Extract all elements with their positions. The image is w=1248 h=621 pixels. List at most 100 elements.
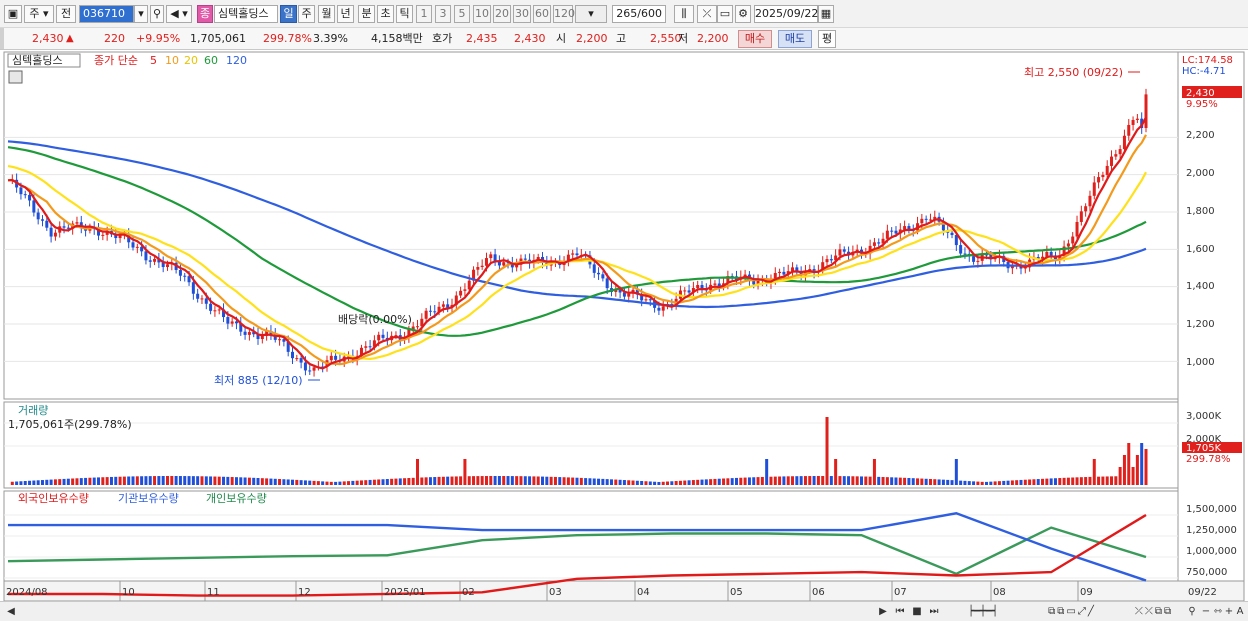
candle-body-34	[153, 258, 157, 262]
low-label: 저	[678, 32, 689, 45]
candle-body-75	[329, 355, 333, 361]
x-label-10: 10	[122, 587, 135, 598]
crosshair-icon[interactable]: ⤫	[697, 5, 717, 23]
volume-bar-206	[894, 477, 898, 485]
chart-svg[interactable]: 심텍홀딩스 종가 단순 5 10 20 60 120 최고 2,550 (09/…	[0, 50, 1248, 602]
volume-bar-17	[79, 478, 83, 485]
interval-1[interactable]: 1	[416, 5, 432, 23]
candle-body-46	[204, 298, 208, 304]
volume-bar-13	[62, 478, 66, 485]
search-icon[interactable]: ⚲	[150, 5, 164, 23]
volume-bar-131	[571, 477, 575, 485]
volume-bar-132	[575, 477, 579, 485]
x-label-03: 03	[549, 587, 562, 598]
interval-10[interactable]: 10	[473, 5, 491, 23]
volume-bar-97	[424, 477, 428, 485]
period-1[interactable]: 주	[298, 5, 315, 23]
period-5[interactable]: 초	[377, 5, 394, 23]
volume-bar-116	[506, 476, 510, 485]
candle-body-204	[885, 230, 889, 239]
last-page-icon[interactable]: ⏭	[927, 605, 941, 619]
interval-3[interactable]: 3	[435, 5, 451, 23]
stop-icon[interactable]: ■	[910, 605, 924, 619]
zoom-in-icon[interactable]: +	[1224, 605, 1234, 619]
volume-bar-32	[144, 476, 148, 485]
candle-body-264	[1144, 94, 1148, 128]
period-2[interactable]: 월	[318, 5, 335, 23]
interval-60[interactable]: 60	[533, 5, 551, 23]
category-badge[interactable]: 종	[197, 5, 213, 23]
buy-button[interactable]: 매수	[738, 30, 772, 48]
window-menu-icon[interactable]: ▣	[4, 5, 22, 23]
volume-bar-145	[631, 480, 635, 485]
x-label-06: 06	[812, 587, 825, 598]
toolbar: ▣ 주 ▾ 전 036710 ▾ ⚲ ◀ ▾ 종 심텍홀딩스 일주월년분초틱 1…	[0, 0, 1248, 28]
volume-panel[interactable]	[3, 401, 1179, 489]
market-select[interactable]: 주 ▾	[24, 5, 54, 23]
volume-bar-16	[75, 478, 79, 485]
volume-bar-122	[532, 476, 536, 485]
price-panel[interactable]	[3, 51, 1179, 400]
volume-bar-190	[825, 417, 829, 485]
interval-30[interactable]: 30	[513, 5, 531, 23]
x-label-11: 11	[207, 587, 220, 598]
volume-bar-110	[480, 476, 484, 485]
search-tool-icon[interactable]: ⚲	[1186, 605, 1198, 619]
volume-bar-22	[101, 477, 105, 485]
date-field[interactable]: 2025/09/22	[754, 5, 818, 23]
zoom-out-icon[interactable]: −	[1200, 605, 1212, 619]
candle-body-86	[377, 334, 381, 341]
period-0[interactable]: 일	[280, 5, 297, 23]
stock-name-field[interactable]: 심텍홀딩스	[214, 5, 278, 23]
tool-icons[interactable]: ⤫⤫⧉⧉	[1124, 605, 1184, 619]
volume-bar-11	[53, 479, 57, 485]
drawing-tools-icon[interactable]: ⧉⧉▭⤢╱	[1022, 605, 1122, 619]
candle-body-131	[571, 253, 575, 255]
chart-area[interactable]: 심텍홀딩스 종가 단순 5 10 20 60 120 최고 2,550 (09/…	[0, 50, 1248, 602]
volume-bar-125	[545, 476, 549, 485]
font-size-icon[interactable]: A	[1234, 605, 1246, 619]
candle-body-8	[40, 219, 44, 221]
volume-bar-187	[812, 476, 816, 485]
interval-120[interactable]: 120	[553, 5, 575, 23]
stock-code-input[interactable]: 036710	[79, 5, 134, 23]
volume-bar-219	[950, 480, 954, 485]
bottom-scrollbar[interactable]: ◀ ▶ ⏮ ■ ⏭ ┝━┿━┥ ⧉⧉▭⤢╱ ⤫⤫⧉⧉ ⚲ − ⇿ + A	[0, 601, 1248, 621]
volume-bar-143	[622, 480, 626, 485]
period-3[interactable]: 년	[337, 5, 354, 23]
individual-legend: 개인보유수량	[206, 492, 267, 505]
volume-title: 거래량	[18, 404, 48, 417]
interval-dropdown[interactable]: ▾	[575, 5, 607, 23]
interval-5[interactable]: 5	[454, 5, 470, 23]
candle-type-icon[interactable]: ⫼	[674, 5, 694, 23]
count-field[interactable]: 265/600	[612, 5, 666, 23]
scroll-right-icon[interactable]: ▶	[876, 605, 890, 619]
sell-button[interactable]: 매도	[778, 30, 812, 48]
volume-bar-174	[756, 477, 760, 485]
sound-icon[interactable]: ◀ ▾	[166, 5, 192, 23]
volume-bar-256	[1110, 476, 1114, 485]
fit-icon[interactable]: ⇿	[1212, 605, 1224, 619]
candle-body-68	[299, 358, 303, 363]
period-6[interactable]: 틱	[396, 5, 413, 23]
volume-bar-93	[407, 478, 411, 485]
settings-icon[interactable]: ⚙	[735, 5, 751, 23]
prev-button[interactable]: 전	[56, 5, 76, 23]
volume-bar-226	[980, 481, 984, 485]
calendar-icon[interactable]: ▦	[818, 5, 834, 23]
code-dropdown-icon[interactable]: ▾	[134, 5, 148, 23]
volume-pct: 299.78%	[263, 32, 312, 45]
eval-button[interactable]: 평	[818, 30, 836, 48]
scroll-left-icon[interactable]: ◀	[4, 605, 18, 619]
first-page-icon[interactable]: ⏮	[893, 605, 907, 619]
volume-bar-38	[170, 476, 174, 485]
volume-bar-115	[502, 476, 506, 485]
volume-bar-176	[765, 459, 769, 485]
grid-toggle-icon[interactable]	[8, 70, 23, 84]
period-4[interactable]: 분	[358, 5, 375, 23]
interval-20[interactable]: 20	[493, 5, 511, 23]
save-icon[interactable]: ▭	[717, 5, 733, 23]
zoom-slider[interactable]: ┝━┿━┥	[948, 605, 1018, 619]
volume-bar-183	[795, 476, 799, 485]
candle-body-101	[441, 304, 445, 307]
